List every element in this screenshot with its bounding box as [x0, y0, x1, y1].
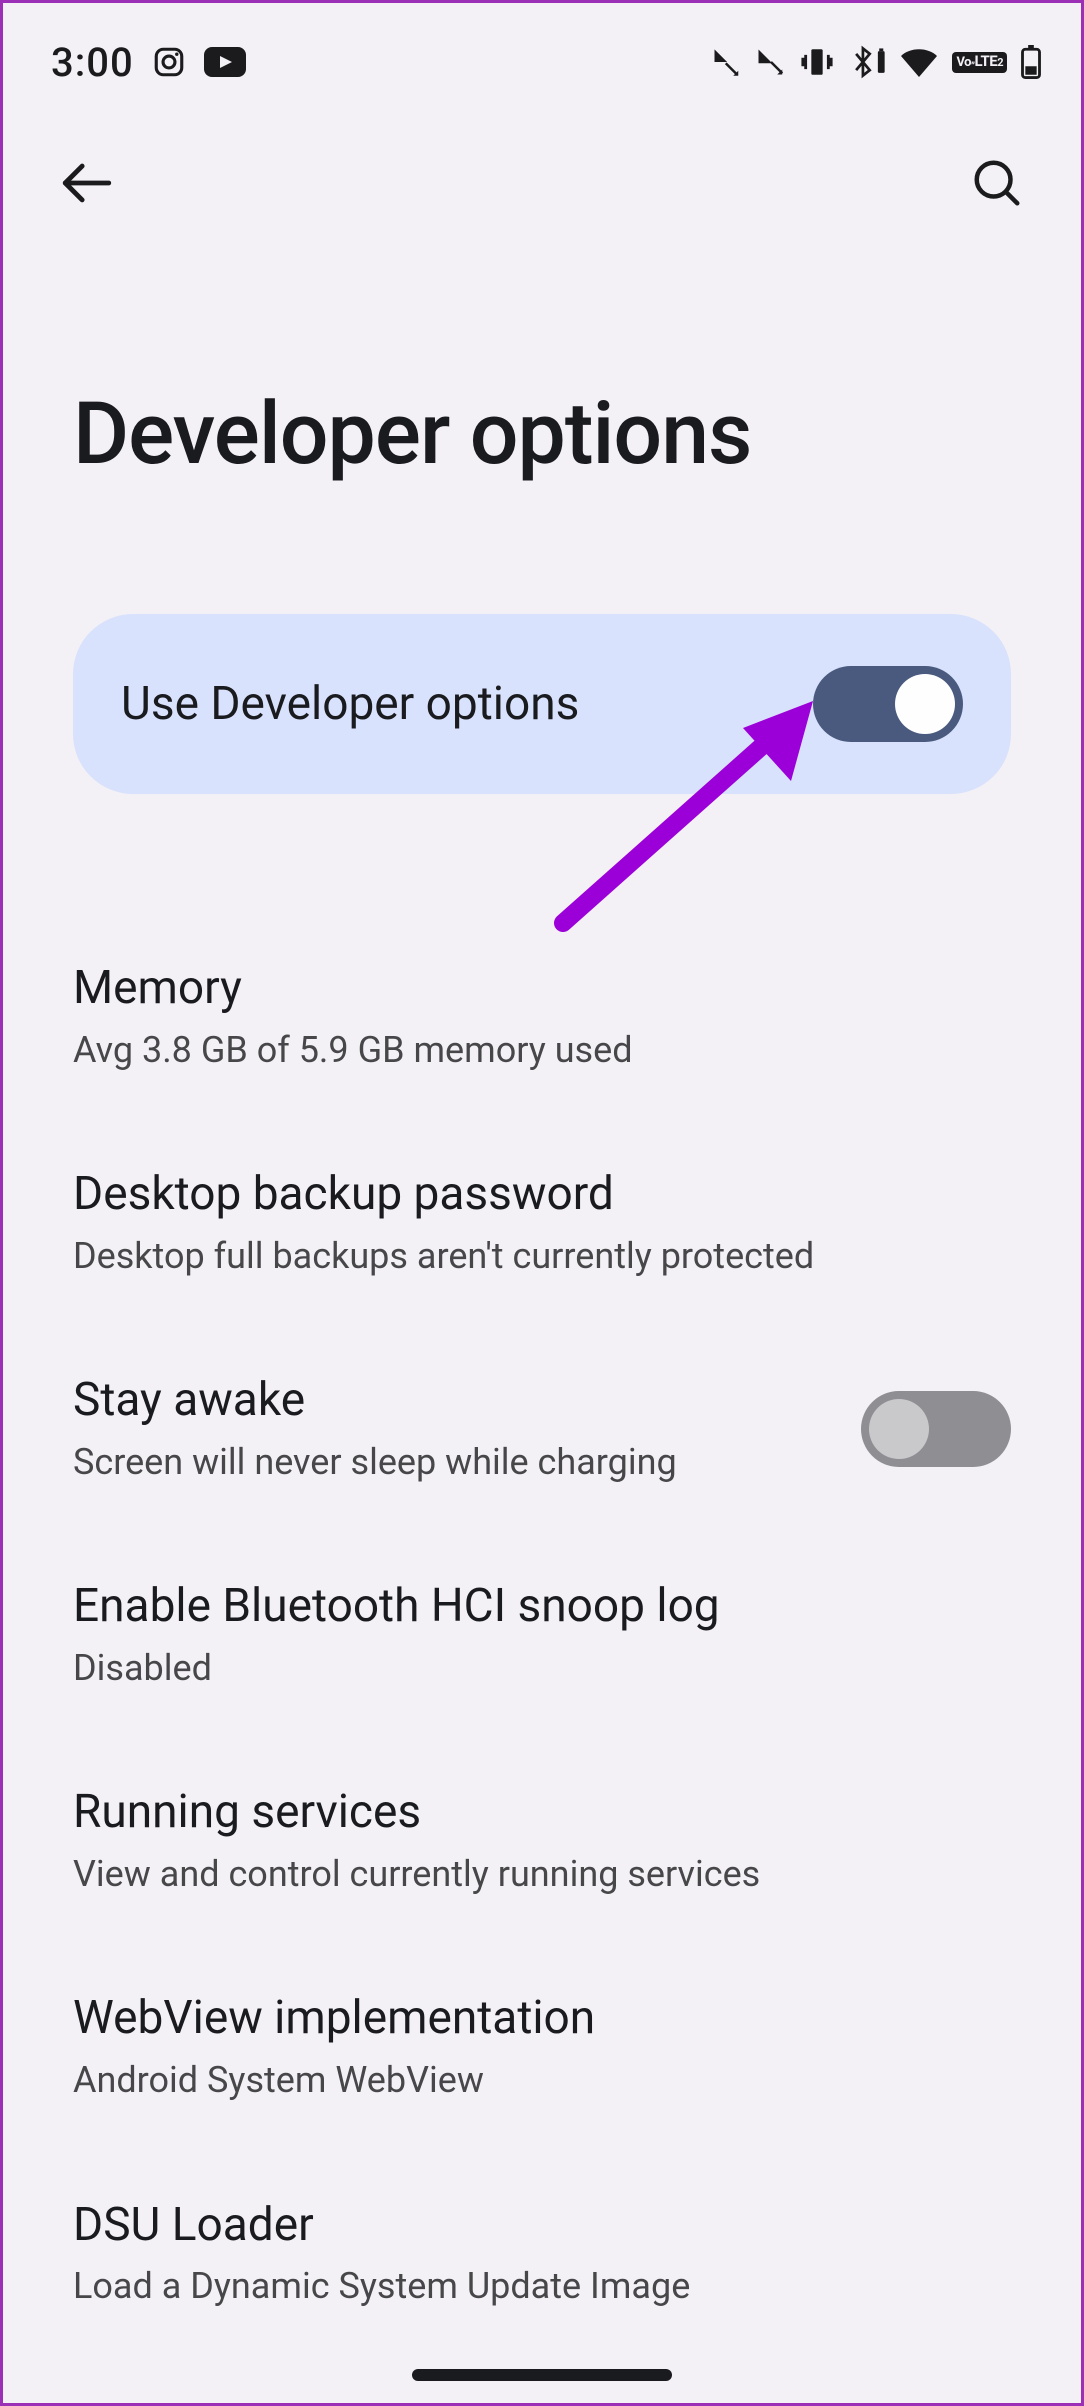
- setting-bluetooth-hci-snoop[interactable]: Enable Bluetooth HCI snoop log Disabled: [73, 1532, 1011, 1738]
- call-missed-icon: [712, 47, 742, 77]
- toggle-knob: [895, 674, 955, 734]
- setting-subtitle: Android System WebView: [73, 2056, 991, 2105]
- page-title: Developer options: [3, 223, 1081, 484]
- toggle-knob: [869, 1399, 929, 1459]
- bluetooth-battery-icon: [848, 45, 886, 79]
- setting-title: DSU Loader: [73, 2197, 991, 2255]
- setting-title: Desktop backup password: [73, 1166, 991, 1224]
- status-bar: 3:00: [3, 3, 1081, 103]
- setting-dsu-loader[interactable]: DSU Loader Load a Dynamic System Update …: [73, 2151, 1011, 2357]
- search-button[interactable]: [961, 147, 1033, 219]
- stay-awake-toggle[interactable]: [861, 1391, 1011, 1467]
- master-toggle-label: Use Developer options: [121, 677, 579, 731]
- status-time: 3:00: [51, 39, 134, 86]
- setting-memory[interactable]: Memory Avg 3.8 GB of 5.9 GB memory used: [73, 914, 1011, 1120]
- setting-subtitle: Screen will never sleep while charging: [73, 1438, 841, 1487]
- status-right: Vo„ LTE2: [712, 45, 1041, 79]
- setting-webview-implementation[interactable]: WebView implementation Android System We…: [73, 1944, 1011, 2150]
- volte-badge: Vo„ LTE2: [952, 52, 1007, 73]
- vibrate-icon: [800, 45, 834, 79]
- setting-title: Running services: [73, 1784, 991, 1842]
- setting-subtitle: Disabled: [73, 1644, 991, 1693]
- status-left: 3:00: [51, 39, 246, 86]
- setting-title: Stay awake: [73, 1372, 841, 1430]
- back-button[interactable]: [51, 147, 123, 219]
- setting-stay-awake[interactable]: Stay awake Screen will never sleep while…: [73, 1326, 1011, 1532]
- youtube-icon: [204, 47, 246, 77]
- app-bar: [3, 103, 1081, 223]
- settings-list: Memory Avg 3.8 GB of 5.9 GB memory used …: [3, 794, 1081, 2357]
- setting-subtitle: Load a Dynamic System Update Image: [73, 2262, 991, 2311]
- call-missed-icon-2: [756, 47, 786, 77]
- setting-running-services[interactable]: Running services View and control curren…: [73, 1738, 1011, 1944]
- screen-frame: 3:00: [0, 0, 1084, 2406]
- setting-title: WebView implementation: [73, 1990, 991, 2048]
- setting-subtitle: Avg 3.8 GB of 5.9 GB memory used: [73, 1026, 991, 1075]
- battery-icon: [1021, 45, 1041, 79]
- navigation-handle[interactable]: [412, 2369, 672, 2381]
- setting-subtitle: Desktop full backups aren't currently pr…: [73, 1232, 991, 1281]
- master-toggle-card[interactable]: Use Developer options: [73, 614, 1011, 794]
- setting-title: Enable Bluetooth HCI snoop log: [73, 1578, 991, 1636]
- setting-desktop-backup-password[interactable]: Desktop backup password Desktop full bac…: [73, 1120, 1011, 1326]
- setting-subtitle: View and control currently running servi…: [73, 1850, 991, 1899]
- arrow-back-icon: [58, 154, 116, 212]
- setting-title: Memory: [73, 960, 991, 1018]
- master-toggle-switch[interactable]: [813, 666, 963, 742]
- wifi-icon: [900, 47, 938, 77]
- instagram-icon: [152, 45, 186, 79]
- search-icon: [970, 156, 1024, 210]
